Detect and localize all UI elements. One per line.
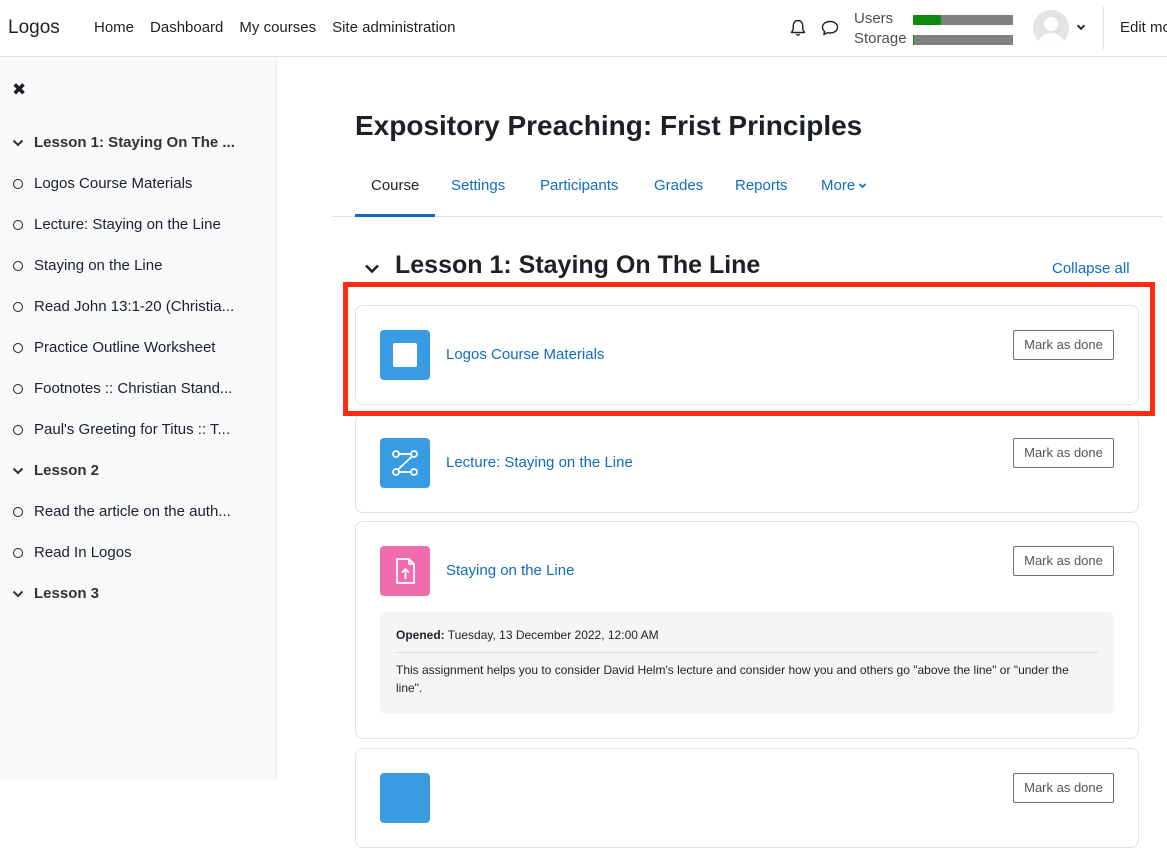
opened-date: Opened: Tuesday, 13 December 2022, 12:00… <box>396 628 1098 653</box>
course-index-activity[interactable]: Read John 13:1-20 (Christia... <box>0 286 276 327</box>
tab-settings[interactable]: Settings <box>451 166 505 216</box>
course-index-activity[interactable]: Lecture: Staying on the Line <box>0 204 276 245</box>
flow-icon <box>380 438 430 488</box>
activity-info-box: Opened: Tuesday, 13 December 2022, 12:00… <box>380 612 1114 714</box>
collapse-all-link[interactable]: Collapse all <box>1052 260 1130 277</box>
course-index-label: Lesson 1: Staying On The ... <box>34 134 235 151</box>
messages-chat-icon[interactable] <box>820 18 840 38</box>
activity-card: Staying on the Line Mark as done Opened:… <box>355 521 1139 739</box>
users-quota-bar <box>913 15 1013 25</box>
course-index-label: Read the article on the auth... <box>34 503 231 520</box>
course-index-label: Logos Course Materials <box>34 175 193 192</box>
navbar-divider <box>1103 6 1104 50</box>
section-title: Lesson 1: Staying On The Line <box>395 251 761 279</box>
users-quota-fill <box>913 15 941 25</box>
chevron-down-icon <box>12 590 24 597</box>
course-tabs: Course Settings Participants Grades Repo… <box>332 166 1162 217</box>
user-avatar-icon <box>1033 10 1069 46</box>
course-index-activity[interactable]: Footnotes :: Christian Stand... <box>0 368 276 409</box>
activity-description: This assignment helps you to consider Da… <box>396 663 1069 695</box>
completion-circle-icon <box>13 178 23 189</box>
chevron-down-icon <box>859 183 867 189</box>
storage-quota-bar <box>913 35 1013 45</box>
nav-dashboard[interactable]: Dashboard <box>142 19 231 36</box>
course-index-label: Lesson 2 <box>34 462 100 479</box>
opened-date-value: Tuesday, 13 December 2022, 12:00 AM <box>447 628 659 642</box>
course-title: Expository Preaching: Frist Principles <box>355 110 863 141</box>
tab-reports[interactable]: Reports <box>735 166 788 216</box>
nav-site-administration[interactable]: Site administration <box>324 19 463 36</box>
course-index-label: Footnotes :: Christian Stand... <box>34 380 233 397</box>
mark-as-done-button[interactable]: Mark as done <box>1013 546 1114 576</box>
opened-label: Opened: <box>396 628 445 642</box>
course-index-activity[interactable]: Paul's Greeting for Titus :: T... <box>0 409 276 450</box>
completion-circle-icon <box>13 342 23 353</box>
tab-grades[interactable]: Grades <box>654 166 703 216</box>
completion-circle-icon <box>13 219 23 230</box>
tab-more[interactable]: More <box>821 166 867 216</box>
assignment-upload-icon <box>380 546 430 596</box>
activity-card: Lecture: Staying on the Line Mark as don… <box>355 413 1139 513</box>
completion-circle-icon <box>13 506 23 517</box>
highlight-box <box>343 282 1155 416</box>
course-index-label: Staying on the Line <box>34 257 163 274</box>
course-index-label: Lecture: Staying on the Line <box>34 216 221 233</box>
completion-circle-icon <box>13 547 23 558</box>
storage-quota-fill <box>913 35 914 45</box>
course-index-activity[interactable]: Logos Course Materials <box>0 163 276 204</box>
site-brand[interactable]: Logos <box>8 17 60 39</box>
tab-more-label: More <box>821 177 856 194</box>
section-collapse-chevron-icon[interactable] <box>363 261 381 277</box>
activity-link[interactable]: Staying on the Line <box>446 562 574 579</box>
page-icon <box>380 773 430 823</box>
chevron-down-icon <box>12 467 24 474</box>
course-index-activity[interactable]: Staying on the Line <box>0 245 276 286</box>
course-index-label: Paul's Greeting for Titus :: T... <box>34 421 231 438</box>
course-index-label: Practice Outline Worksheet <box>34 339 216 356</box>
nav-home[interactable]: Home <box>86 19 142 36</box>
close-icon[interactable]: ✖ <box>12 80 26 100</box>
course-index-label: Lesson 3 <box>34 585 100 602</box>
completion-circle-icon <box>13 260 23 271</box>
completion-circle-icon <box>13 424 23 435</box>
completion-circle-icon <box>13 383 23 394</box>
activity-link[interactable]: Lecture: Staying on the Line <box>446 454 633 471</box>
user-menu-chevron-down-icon[interactable] <box>1075 21 1087 33</box>
course-index-drawer: ✖ Lesson 1: Staying On The ... Logos Cour… <box>0 58 277 780</box>
tab-participants[interactable]: Participants <box>540 166 618 216</box>
course-index-label: Read In Logos <box>34 544 132 561</box>
course-index-section[interactable]: Lesson 2 <box>0 450 276 491</box>
activity-card: Mark as done <box>355 748 1139 848</box>
chevron-down-icon <box>12 139 24 146</box>
users-quota-label: Users <box>854 10 894 27</box>
course-index-activity[interactable]: Practice Outline Worksheet <box>0 327 276 368</box>
course-index-label: Read John 13:1-20 (Christia... <box>34 298 235 315</box>
mark-as-done-button[interactable]: Mark as done <box>1013 773 1114 803</box>
nav-my-courses[interactable]: My courses <box>231 19 324 36</box>
course-index-activity[interactable]: Read the article on the auth... <box>0 491 276 532</box>
course-index-section[interactable]: Lesson 3 <box>0 573 276 614</box>
notifications-bell-icon[interactable] <box>788 18 808 38</box>
mark-as-done-button[interactable]: Mark as done <box>1013 438 1114 468</box>
course-index-activity[interactable]: Read In Logos <box>0 532 276 573</box>
storage-quota-label: Storage <box>854 30 907 47</box>
course-index-section[interactable]: Lesson 1: Staying On The ... <box>0 122 276 163</box>
top-navbar: Logos Home Dashboard My courses Site adm… <box>0 0 1167 57</box>
user-avatar[interactable] <box>1033 10 1069 46</box>
primary-navigation: Home Dashboard My courses Site administr… <box>86 19 464 36</box>
edit-mode-toggle[interactable]: Edit mo <box>1120 19 1167 36</box>
completion-circle-icon <box>13 301 23 312</box>
tab-course[interactable]: Course <box>355 166 436 217</box>
